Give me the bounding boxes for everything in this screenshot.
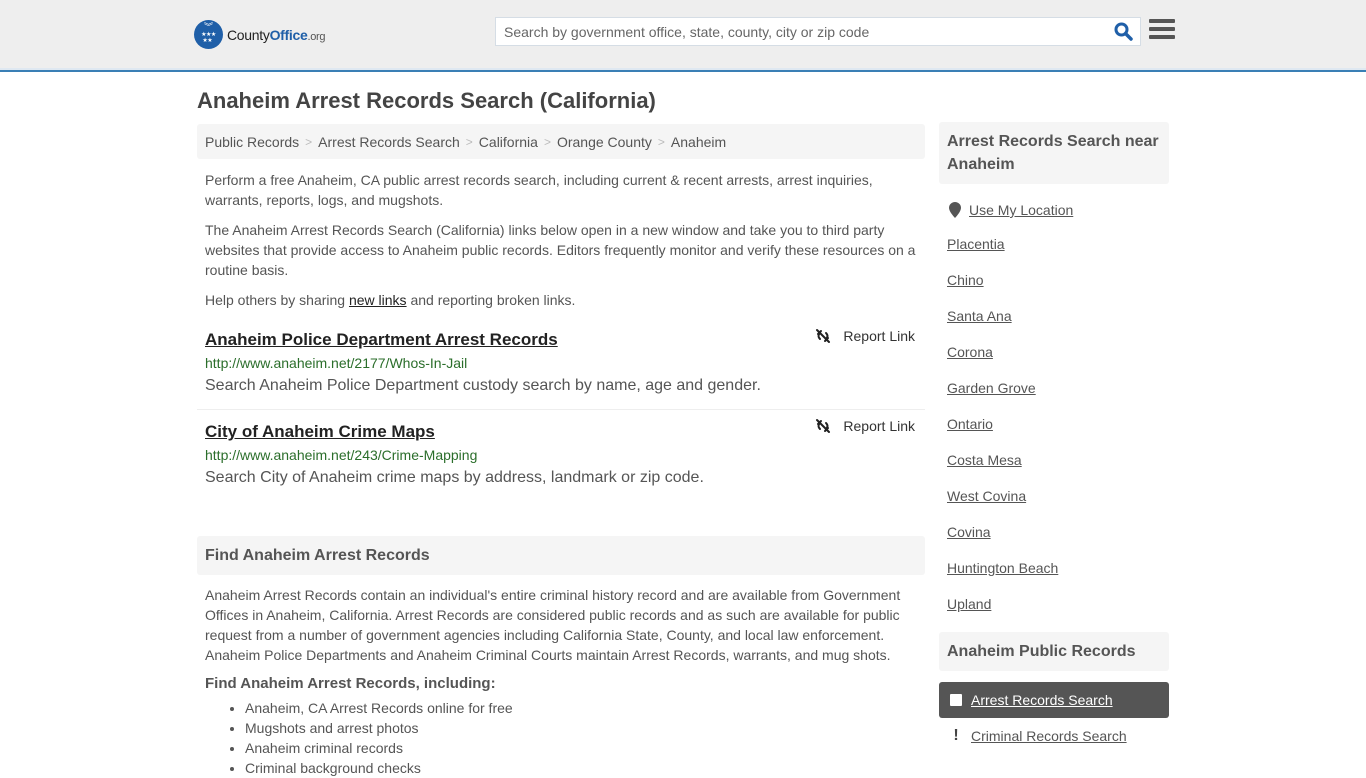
resource-description: Search City of Anaheim crime maps by add… bbox=[205, 469, 704, 486]
find-records-body: Anaheim Arrest Records contain an indivi… bbox=[205, 587, 901, 663]
sidebar-item-arrest-records-search[interactable]: Arrest Records Search bbox=[939, 682, 1169, 718]
resource-description: Search Anaheim Police Department custody… bbox=[205, 377, 761, 394]
breadcrumb-arrest-records-search[interactable]: Arrest Records Search bbox=[318, 134, 460, 150]
search-icon bbox=[1114, 22, 1133, 41]
main-content: Public Records > Arrest Records Search >… bbox=[197, 124, 925, 778]
nearby-link-west-covina[interactable]: West Covina bbox=[947, 488, 1026, 504]
use-location: Use My Location bbox=[939, 202, 1169, 218]
search-box bbox=[495, 17, 1141, 46]
hamburger-menu-icon[interactable] bbox=[1149, 19, 1175, 43]
list-item: Anaheim criminal records bbox=[245, 738, 925, 758]
breadcrumb-separator: > bbox=[305, 134, 313, 149]
breadcrumb-separator: > bbox=[657, 134, 665, 149]
search-button[interactable] bbox=[1110, 18, 1136, 45]
disclaimer-paragraph: The Anaheim Arrest Records Search (Calif… bbox=[205, 222, 916, 278]
nearby-link-ontario[interactable]: Ontario bbox=[947, 416, 993, 432]
nearby-link-corona[interactable]: Corona bbox=[947, 344, 993, 360]
public-records-heading: Anaheim Public Records bbox=[939, 632, 1169, 671]
breadcrumb-anaheim[interactable]: Anaheim bbox=[671, 134, 726, 150]
breadcrumb-california[interactable]: California bbox=[479, 134, 538, 150]
share-paragraph: Help others by sharing new links and rep… bbox=[205, 292, 576, 308]
nearby-link-covina[interactable]: Covina bbox=[947, 524, 991, 540]
site-header: ︾ ★★★ ★★ CountyOffice.org bbox=[0, 0, 1366, 72]
nearby-link-huntington-beach[interactable]: Huntington Beach bbox=[947, 560, 1058, 576]
breadcrumb: Public Records > Arrest Records Search >… bbox=[197, 124, 925, 159]
new-links-link[interactable]: new links bbox=[349, 292, 407, 308]
eagle-logo-icon: ︾ ★★★ ★★ bbox=[194, 20, 223, 49]
map-marker-icon bbox=[949, 202, 961, 218]
breadcrumb-separator: > bbox=[543, 134, 551, 149]
logo-text: CountyOffice.org bbox=[227, 26, 326, 43]
page-title: Anaheim Arrest Records Search (Californi… bbox=[197, 88, 656, 113]
resource-url: http://www.anaheim.net/2177/Whos-In-Jail bbox=[205, 355, 468, 371]
nearby-link-upland[interactable]: Upland bbox=[947, 596, 991, 612]
find-records-subheading: Find Anaheim Arrest Records, including: bbox=[205, 675, 496, 692]
breadcrumb-public-records[interactable]: Public Records bbox=[205, 134, 299, 150]
list-item: Mugshots and arrest photos bbox=[245, 718, 925, 738]
nearby-list: Placentia Chino Santa Ana Corona Garden … bbox=[939, 234, 1169, 614]
use-my-location-link[interactable]: Use My Location bbox=[969, 202, 1073, 218]
breadcrumb-separator: > bbox=[465, 134, 473, 149]
report-link-button[interactable]: Report Link bbox=[815, 418, 915, 434]
nearby-link-chino[interactable]: Chino bbox=[947, 272, 984, 288]
list-item: Anaheim, CA Arrest Records online for fr… bbox=[245, 698, 925, 718]
nearby-link-garden-grove[interactable]: Garden Grove bbox=[947, 380, 1036, 396]
find-records-heading: Find Anaheim Arrest Records bbox=[197, 536, 925, 575]
breadcrumb-orange-county[interactable]: Orange County bbox=[557, 134, 652, 150]
broken-link-icon bbox=[816, 419, 831, 433]
site-logo[interactable]: ︾ ★★★ ★★ CountyOffice.org bbox=[194, 20, 326, 49]
nearby-link-santa-ana[interactable]: Santa Ana bbox=[947, 308, 1012, 324]
exclamation-icon: ! bbox=[953, 727, 959, 744]
intro-paragraph: Perform a free Anaheim, CA public arrest… bbox=[205, 172, 873, 208]
resource-url: http://www.anaheim.net/243/Crime-Mapping bbox=[205, 447, 478, 463]
search-input[interactable] bbox=[496, 18, 1110, 45]
find-records-list: Anaheim, CA Arrest Records online for fr… bbox=[197, 698, 925, 778]
resource-title-link[interactable]: Anaheim Police Department Arrest Records bbox=[205, 328, 558, 352]
checkbox-icon bbox=[949, 694, 963, 706]
resource-item: City of Anaheim Crime Maps Report Link h… bbox=[197, 410, 925, 501]
nearby-link-costa-mesa[interactable]: Costa Mesa bbox=[947, 452, 1022, 468]
nearby-link-placentia[interactable]: Placentia bbox=[947, 236, 1005, 252]
resource-item: Anaheim Police Department Arrest Records… bbox=[197, 328, 925, 410]
nearby-heading: Arrest Records Search near Anaheim bbox=[939, 122, 1169, 184]
sidebar-item-criminal-records-search[interactable]: ! Criminal Records Search bbox=[939, 718, 1169, 754]
list-item: Criminal background checks bbox=[245, 758, 925, 778]
sidebar: Arrest Records Search near Anaheim Use M… bbox=[939, 122, 1169, 754]
intro: Perform a free Anaheim, CA public arrest… bbox=[197, 170, 925, 310]
broken-link-icon bbox=[816, 329, 831, 343]
resource-title-link[interactable]: City of Anaheim Crime Maps bbox=[205, 420, 435, 444]
report-link-button[interactable]: Report Link bbox=[815, 328, 915, 344]
